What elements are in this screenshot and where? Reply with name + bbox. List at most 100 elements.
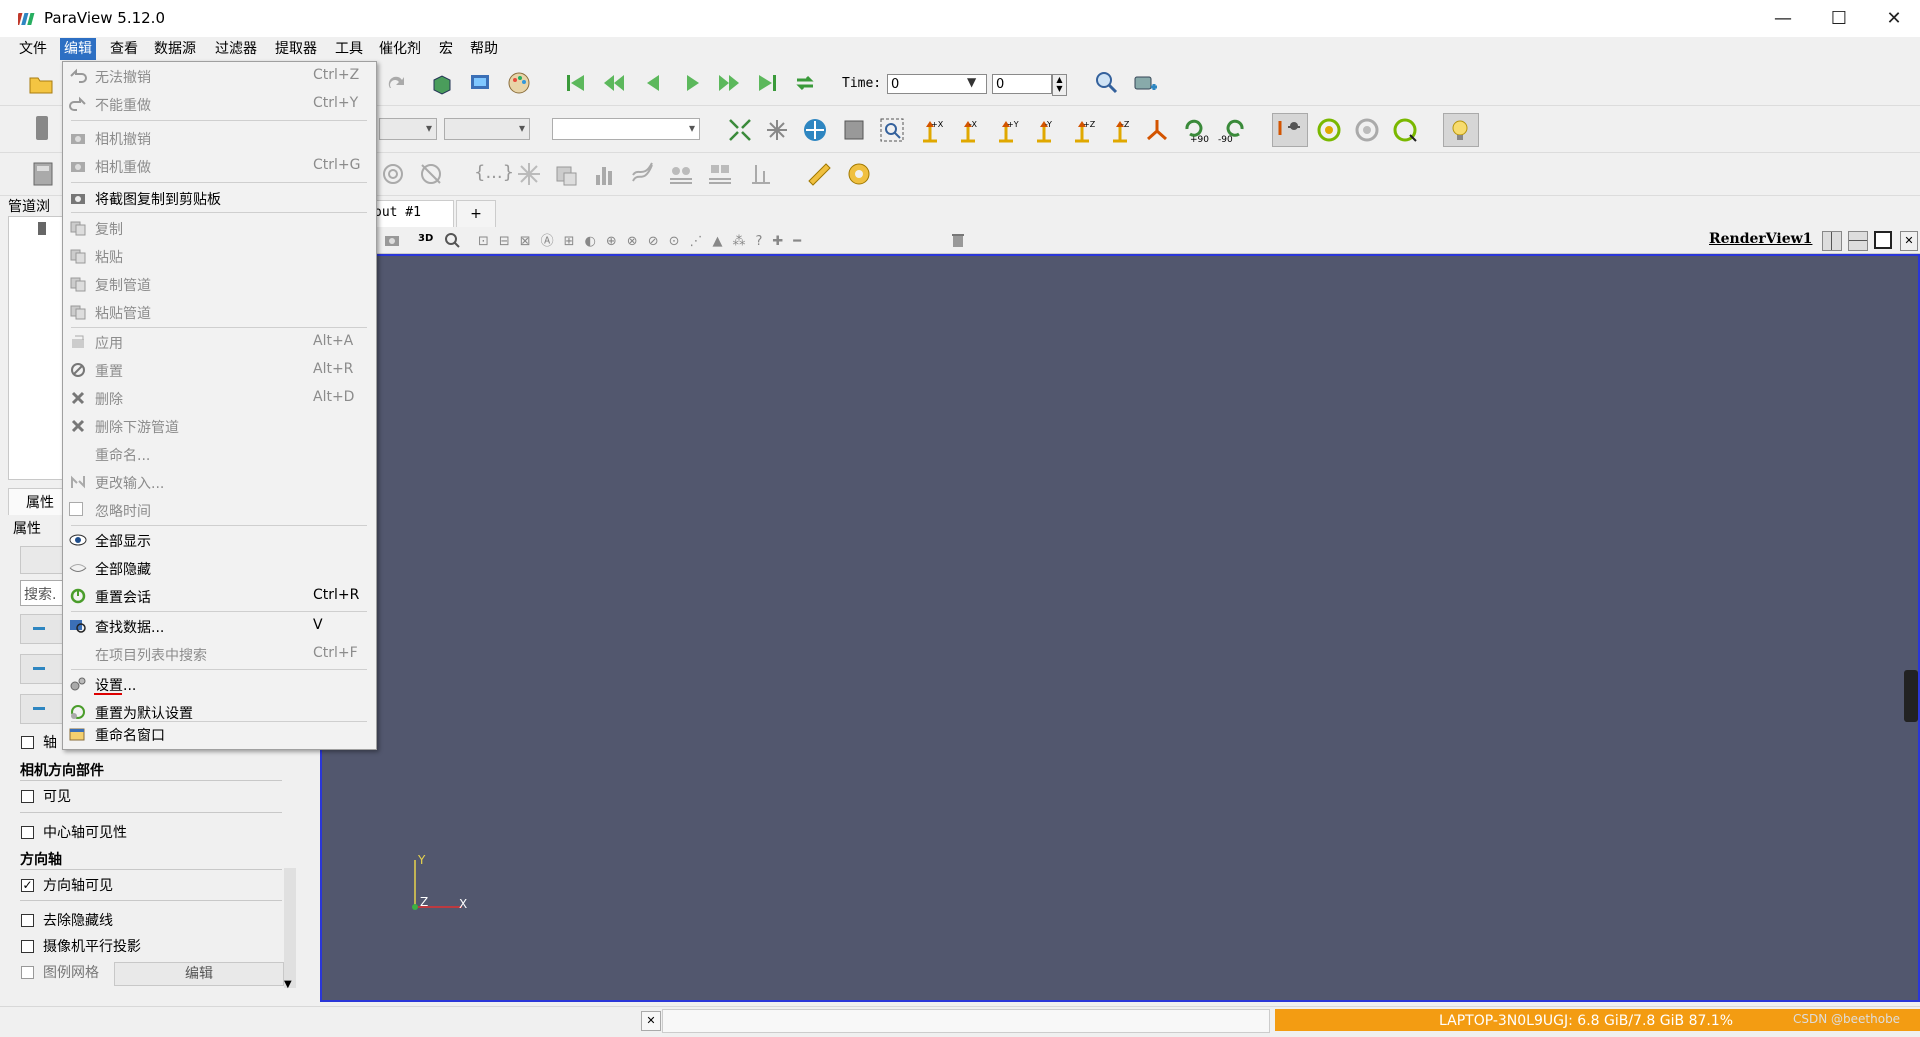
rotate-center-icon[interactable]: [1316, 117, 1342, 143]
trash-icon[interactable]: [950, 232, 966, 248]
collapse-section-button-3[interactable]: [20, 694, 66, 724]
menu-macros[interactable]: 宏: [435, 38, 457, 60]
side-handle[interactable]: [1904, 670, 1918, 722]
reset-closest-icon[interactable]: [764, 117, 790, 143]
zoom-box-icon[interactable]: [841, 117, 867, 143]
apply-button[interactable]: [20, 546, 66, 574]
reset-camera-icon[interactable]: [727, 117, 753, 143]
menu-item-find-data[interactable]: 查找数据... V: [63, 612, 376, 640]
menu-item-rename-window[interactable]: 重命名窗口: [63, 720, 376, 748]
split-vertical-button[interactable]: [1848, 231, 1868, 251]
menu-item-reset[interactable]: 重置 Alt+R: [63, 356, 376, 384]
visible-checkbox[interactable]: [21, 790, 34, 803]
menu-help[interactable]: 帮助: [466, 38, 502, 60]
selection-tools-group[interactable]: ⊡⊟⊠Ⓐ⊞◐⊕⊗⊘⊙⋰▲⁂?✚━: [478, 230, 968, 250]
split-horizontal-button[interactable]: [1822, 231, 1842, 251]
add-layout-tab-button[interactable]: +: [456, 200, 496, 228]
timestep-spinner[interactable]: ▲ ▼: [1052, 74, 1067, 96]
view-minus-z-icon[interactable]: -Z: [1107, 117, 1133, 143]
menu-item-hide-all[interactable]: 全部隐藏: [63, 554, 376, 582]
view-plus-x-icon[interactable]: +X: [917, 117, 943, 143]
reset-camera-box-icon[interactable]: [430, 70, 456, 96]
view-minus-x-icon[interactable]: -X: [955, 117, 981, 143]
menu-filters[interactable]: 过滤器: [211, 38, 261, 60]
axes-checkbox[interactable]: [21, 736, 34, 749]
first-frame-icon[interactable]: [563, 70, 589, 96]
play-icon[interactable]: [680, 70, 706, 96]
menu-item-copy-screenshot[interactable]: 将截图复制到剪贴板: [63, 184, 376, 212]
minimize-button[interactable]: —: [1755, 0, 1811, 37]
palette-icon[interactable]: [507, 70, 533, 96]
menu-item-paste[interactable]: 粘贴: [63, 242, 376, 270]
hidden-line-removal-checkbox[interactable]: [21, 914, 34, 927]
menu-item-undo[interactable]: 无法撤销 Ctrl+Z: [63, 62, 376, 90]
menu-item-delete-downstream[interactable]: 删除下游管道: [63, 412, 376, 440]
calculator-icon[interactable]: [30, 161, 56, 187]
menu-item-rename[interactable]: 重命名...: [63, 440, 376, 468]
play-backward-icon[interactable]: [640, 70, 666, 96]
axes-grid-edit-button[interactable]: 编辑: [114, 962, 284, 986]
center-axes-checkbox[interactable]: [21, 826, 34, 839]
probe-icon[interactable]: [748, 161, 774, 187]
menu-file[interactable]: 文件: [15, 38, 51, 60]
reset-center-icon[interactable]: [1392, 117, 1418, 143]
view-plus-z-icon[interactable]: +Z: [1069, 117, 1095, 143]
zoom-view-icon[interactable]: [444, 232, 460, 248]
menu-item-settings[interactable]: 设置...: [63, 670, 376, 698]
open-file-icon[interactable]: [28, 70, 54, 96]
menu-item-redo[interactable]: 不能重做 Ctrl+Y: [63, 90, 376, 118]
menu-item-delete[interactable]: 删除 Alt+D: [63, 384, 376, 412]
menu-sources[interactable]: 数据源: [150, 38, 200, 60]
component-combo[interactable]: [552, 118, 700, 140]
extract-icon[interactable]: [707, 161, 733, 187]
maximize-button[interactable]: ☐: [1811, 0, 1867, 37]
collapse-section-button-1[interactable]: [20, 614, 66, 644]
render-view[interactable]: [320, 254, 1920, 1002]
scroll-down-icon[interactable]: ▼: [284, 979, 292, 990]
capture-screenshot-icon[interactable]: [1132, 70, 1158, 96]
variable-combo[interactable]: [444, 118, 530, 140]
menu-item-copy-pipeline[interactable]: 复制管道: [63, 270, 376, 298]
time-dropdown-icon[interactable]: ▼: [967, 75, 976, 89]
previous-frame-icon[interactable]: [601, 70, 627, 96]
view-minus-y-icon[interactable]: -Y: [1031, 117, 1057, 143]
menu-item-reset-session[interactable]: 重置会话 Ctrl+R: [63, 582, 376, 610]
view-plus-y-icon[interactable]: +Y: [993, 117, 1019, 143]
protractor-icon[interactable]: [846, 161, 872, 187]
contour-icon[interactable]: [380, 161, 406, 187]
axes-grid-checkbox[interactable]: [21, 966, 34, 979]
menu-edit[interactable]: 编辑: [60, 38, 96, 60]
menu-view[interactable]: 查看: [106, 38, 142, 60]
warp-icon[interactable]: [668, 161, 694, 187]
menu-item-change-input[interactable]: 更改输入...: [63, 468, 376, 496]
ruler-icon[interactable]: [806, 161, 832, 187]
menu-item-ignore-time[interactable]: 忽略时间: [63, 496, 376, 524]
menu-item-copy[interactable]: 复制: [63, 214, 376, 242]
orientation-axes-visible-checkbox[interactable]: ✓: [21, 879, 34, 892]
loop-icon[interactable]: [792, 70, 818, 96]
programmable-filter-icon[interactable]: {...}: [474, 162, 514, 183]
menu-item-paste-pipeline[interactable]: 粘贴管道: [63, 298, 376, 326]
properties-scrollbar[interactable]: [284, 868, 296, 988]
representation-combo[interactable]: [379, 118, 437, 140]
pick-center-icon[interactable]: [1354, 117, 1380, 143]
zoom-to-box-icon[interactable]: [879, 117, 905, 143]
timestep-input[interactable]: 0: [992, 74, 1052, 94]
menu-item-camera-undo[interactable]: 相机撤销: [63, 124, 376, 152]
maximize-view-button[interactable]: [1874, 231, 1892, 249]
isometric-view-icon[interactable]: [1144, 117, 1170, 143]
render-view-name[interactable]: RenderView1: [1709, 231, 1812, 247]
toggle-3d-button[interactable]: 3D: [418, 233, 433, 244]
stream-tracer-icon[interactable]: [630, 161, 656, 187]
properties-search-input[interactable]: 搜索.: [20, 580, 64, 606]
clip-icon[interactable]: [418, 161, 444, 187]
collapse-section-button-2[interactable]: [20, 654, 66, 684]
menu-item-show-all[interactable]: 全部显示: [63, 526, 376, 554]
menu-catalyst[interactable]: 催化剂: [375, 38, 425, 60]
color-map-icon[interactable]: [468, 70, 494, 96]
zoom-to-data-icon[interactable]: [1094, 70, 1120, 96]
glyph-icon[interactable]: [516, 161, 542, 187]
status-close-button[interactable]: ✕: [641, 1011, 661, 1031]
menu-item-apply[interactable]: 应用 Alt+A: [63, 328, 376, 356]
menu-tools[interactable]: 工具: [331, 38, 367, 60]
